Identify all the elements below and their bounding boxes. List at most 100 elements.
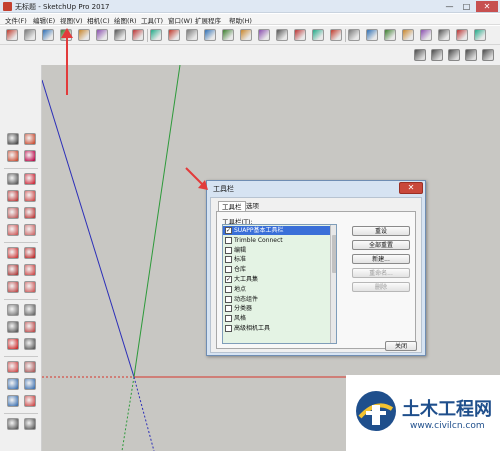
- tab-options[interactable]: 选项: [243, 201, 262, 211]
- toolbar-list-item[interactable]: ✓ 大工具集: [223, 275, 330, 284]
- offset-icon[interactable]: [222, 29, 234, 41]
- text-icon[interactable]: [294, 29, 306, 41]
- protractor-icon[interactable]: [276, 29, 288, 41]
- polygon-icon[interactable]: [132, 29, 144, 41]
- toolbar-list[interactable]: ✓ SUAPP基本工具栏 Trimble Connect 编辑 标准 仓库 ✓ 大工具集 地点动…: [222, 224, 337, 344]
- arc-icon[interactable]: [78, 29, 90, 41]
- menu-window[interactable]: 窗口(W): [168, 15, 193, 25]
- eraser-icon[interactable]: [24, 29, 36, 41]
- rotate-icon[interactable]: [186, 29, 198, 41]
- menu-view[interactable]: 视图(V): [60, 15, 83, 25]
- close-window-button[interactable]: ✕: [476, 1, 498, 12]
- toolbar-list-item[interactable]: 仓库: [223, 265, 330, 274]
- text-icon[interactable]: [24, 304, 36, 316]
- move-icon[interactable]: [7, 247, 19, 259]
- menu-tools[interactable]: 工具(T): [141, 15, 163, 25]
- offset-icon[interactable]: [24, 281, 36, 293]
- menu-edit[interactable]: 编辑(E): [33, 15, 55, 25]
- axes-icon[interactable]: [7, 338, 19, 350]
- toolbar-list-item[interactable]: 风格: [223, 314, 330, 323]
- arc-2pt-icon[interactable]: [7, 224, 19, 236]
- toolbar-checkbox[interactable]: [225, 315, 232, 323]
- toolbar-list-item[interactable]: 标准: [223, 255, 330, 264]
- rectangle-icon[interactable]: [96, 29, 108, 41]
- menu-help[interactable]: 帮助(H): [229, 15, 252, 25]
- reset-all-button[interactable]: 全部重置: [352, 240, 410, 250]
- toolbar-checkbox[interactable]: [225, 285, 232, 293]
- menu-extensions[interactable]: 扩展程序: [195, 15, 221, 25]
- followme-icon[interactable]: [24, 264, 36, 276]
- pan-icon[interactable]: [366, 29, 378, 41]
- tab-toolbars[interactable]: 工具栏: [218, 201, 246, 211]
- look-around-icon[interactable]: [24, 418, 36, 430]
- reset-button[interactable]: 重设: [352, 226, 410, 236]
- extension-icon[interactable]: [474, 29, 486, 41]
- 3d-text-icon[interactable]: [24, 338, 36, 350]
- toolbar-checkbox[interactable]: [225, 266, 232, 274]
- toolbar-checkbox[interactable]: [225, 305, 232, 313]
- select-icon[interactable]: [6, 29, 18, 41]
- home-icon[interactable]: [448, 49, 460, 61]
- minimize-button[interactable]: —: [442, 1, 457, 12]
- layers-icon[interactable]: [431, 49, 443, 61]
- house-icon[interactable]: [465, 49, 477, 61]
- new-button[interactable]: 新建...: [352, 254, 410, 264]
- delete-button[interactable]: 删除: [352, 282, 410, 292]
- toolbar-list-item[interactable]: 高级相机工具: [223, 324, 330, 333]
- toolbar-list-item[interactable]: 分类器: [223, 304, 330, 313]
- paint-bucket-icon[interactable]: [7, 150, 19, 162]
- toolbar-checkbox[interactable]: [225, 246, 232, 254]
- paint-icon[interactable]: [42, 29, 54, 41]
- zoom-icon[interactable]: [384, 29, 396, 41]
- dimension-icon[interactable]: [258, 29, 270, 41]
- circle-icon[interactable]: [7, 207, 19, 219]
- dimension-icon[interactable]: [7, 321, 19, 333]
- warehouse-icon[interactable]: [456, 29, 468, 41]
- toolbar-checkbox[interactable]: [225, 256, 232, 264]
- pie-icon[interactable]: [24, 224, 36, 236]
- toolbar-list-item[interactable]: ✓ SUAPP基本工具栏: [223, 226, 330, 235]
- section-icon[interactable]: [420, 29, 432, 41]
- maximize-button[interactable]: □: [459, 1, 474, 12]
- zoom-window-icon[interactable]: [24, 378, 36, 390]
- zoom-icon[interactable]: [7, 378, 19, 390]
- toolbar-checkbox[interactable]: [225, 325, 232, 332]
- rename-button[interactable]: 重命名...: [352, 268, 410, 278]
- 3dtext-icon[interactable]: [330, 29, 342, 41]
- select-icon[interactable]: [7, 133, 19, 145]
- toolbar-list-item[interactable]: 动态组件: [223, 295, 330, 304]
- menu-draw[interactable]: 绘图(R): [114, 15, 137, 25]
- zoom-extents-icon[interactable]: [7, 395, 19, 407]
- freehand-icon[interactable]: [24, 150, 36, 162]
- toolbar-list-item[interactable]: Trimble Connect: [223, 236, 330, 245]
- rectangle-icon[interactable]: [7, 190, 19, 202]
- list-scrollbar[interactable]: [330, 225, 336, 343]
- line-icon[interactable]: [7, 173, 19, 185]
- tape-icon[interactable]: [7, 304, 19, 316]
- orbit-icon[interactable]: [348, 29, 360, 41]
- move-icon[interactable]: [168, 29, 180, 41]
- scale-icon[interactable]: [7, 281, 19, 293]
- scale-icon[interactable]: [204, 29, 216, 41]
- tape-icon[interactable]: [240, 29, 252, 41]
- toolbar-checkbox[interactable]: [225, 236, 232, 244]
- circle-icon[interactable]: [114, 29, 126, 41]
- position-camera-icon[interactable]: [24, 395, 36, 407]
- line-icon[interactable]: [60, 29, 72, 41]
- menu-camera[interactable]: 相机(C): [87, 15, 110, 25]
- axes-icon[interactable]: [312, 29, 324, 41]
- toolbar-checkbox[interactable]: ✓: [225, 227, 232, 234]
- rotated-rect-icon[interactable]: [24, 190, 36, 202]
- polygon-icon[interactable]: [24, 207, 36, 219]
- eraser-icon[interactable]: [24, 133, 36, 145]
- zoom-extents-icon[interactable]: [402, 29, 414, 41]
- pushpull-icon[interactable]: [24, 247, 36, 259]
- menu-file[interactable]: 文件(F): [5, 15, 27, 25]
- pushpull-icon[interactable]: [150, 29, 162, 41]
- sandbox-icon[interactable]: [438, 29, 450, 41]
- pan-icon[interactable]: [24, 361, 36, 373]
- list-scrollbar-thumb[interactable]: [332, 235, 336, 273]
- component-icon[interactable]: [414, 49, 426, 61]
- arc-icon[interactable]: [24, 173, 36, 185]
- dialog-close-text-button[interactable]: 关闭: [385, 341, 417, 351]
